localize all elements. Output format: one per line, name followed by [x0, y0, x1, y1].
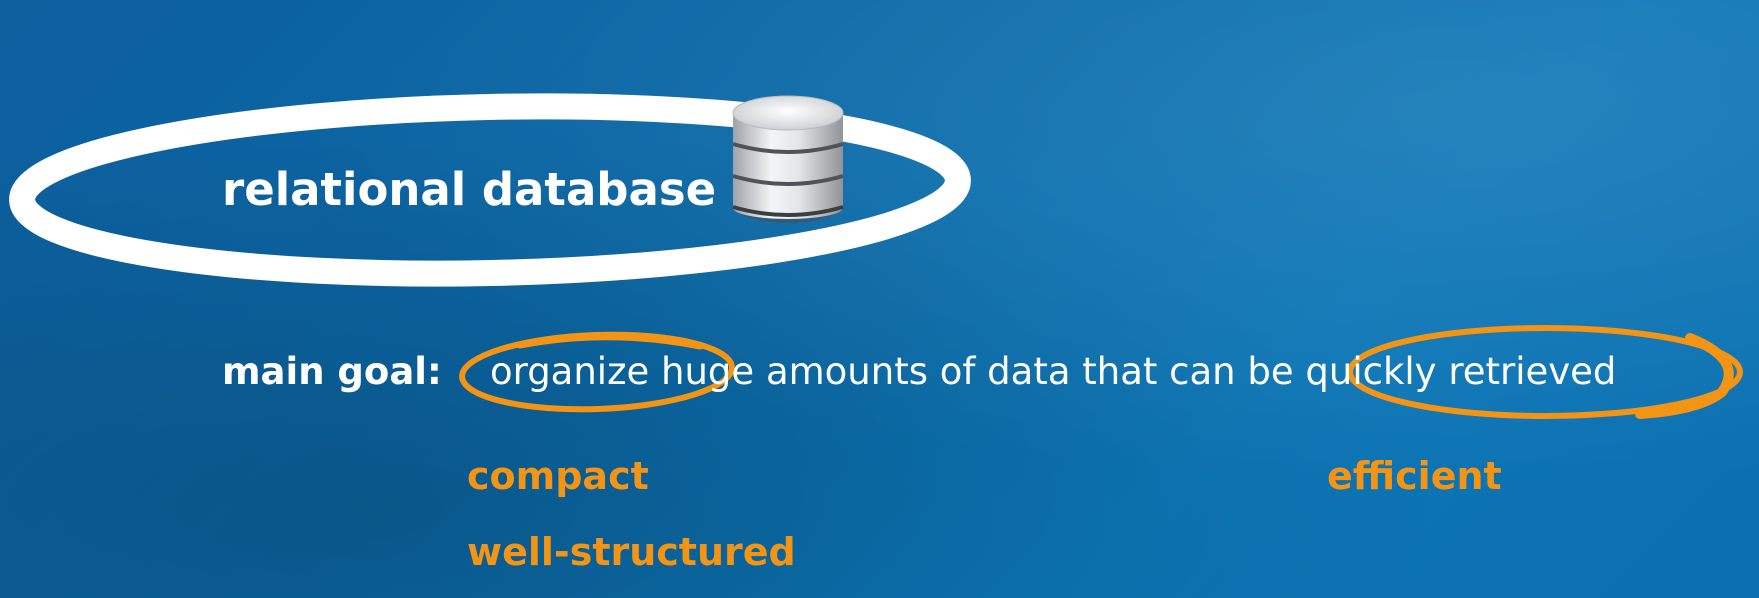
goal-text: organize huge amounts of data that can b…	[490, 350, 1617, 393]
organize-ring-accent	[516, 333, 704, 350]
goal-label: main goal:	[222, 350, 442, 393]
slide: relational database main goal: organize …	[0, 0, 1759, 598]
keyword-compact: compact	[467, 454, 649, 498]
keyword-well-structured: well-structured	[467, 530, 796, 574]
database-icon	[732, 95, 844, 223]
slide-title: relational database	[222, 163, 717, 216]
keyword-efficient: efficient	[1327, 454, 1502, 498]
annotation-layer	[9, 93, 1743, 419]
